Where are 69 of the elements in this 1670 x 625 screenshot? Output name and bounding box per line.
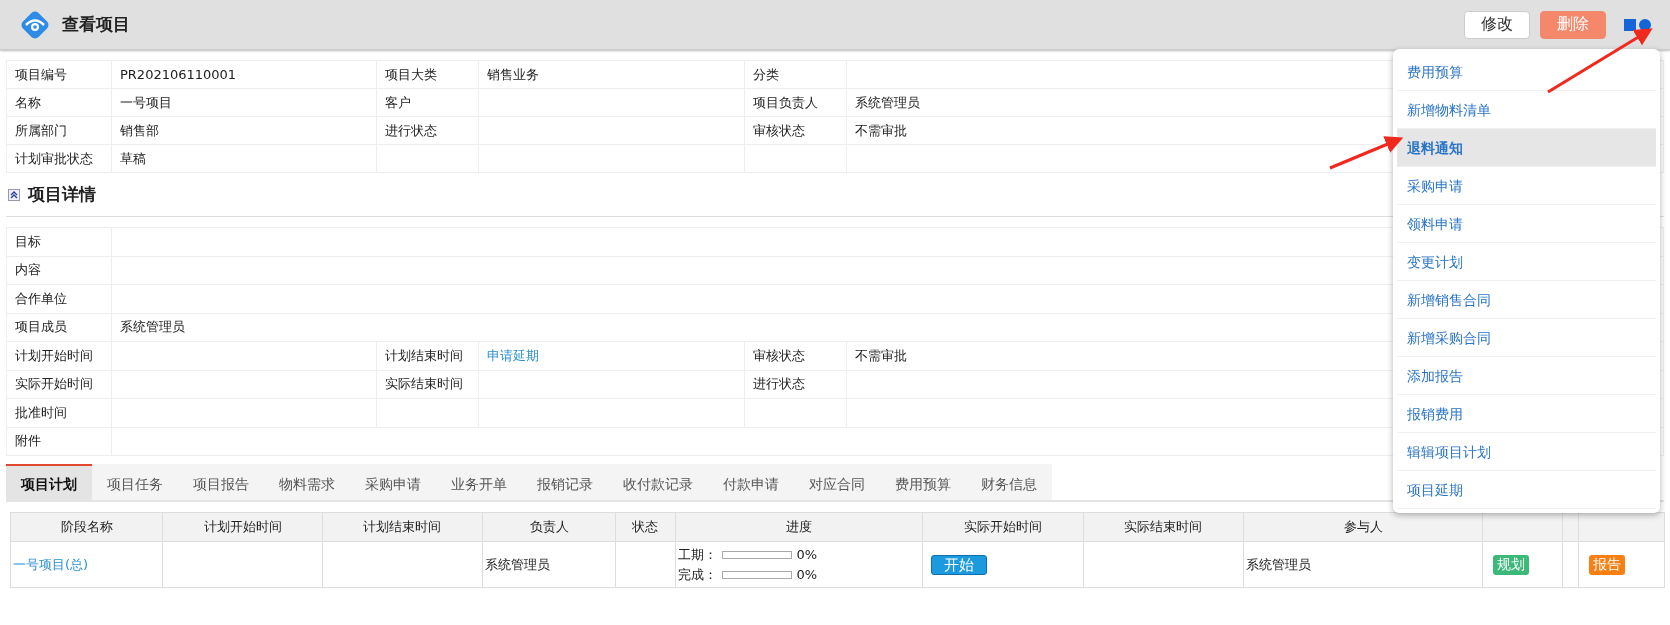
section-title: 项目详情	[28, 183, 96, 206]
tab[interactable]: 对应合同	[794, 464, 880, 500]
field-value: PR202106110001	[120, 67, 237, 82]
column-header: 参与人	[1343, 519, 1383, 534]
arrow-icon	[1329, 136, 1404, 170]
field-value: 不需审批	[855, 347, 907, 363]
tab[interactable]: 付款申请	[708, 464, 794, 500]
column-header: 进度	[785, 519, 812, 534]
field-label: 审核状态	[753, 347, 805, 363]
column-header: 状态	[632, 519, 659, 534]
field-label: 审核状态	[753, 122, 805, 138]
field-label: 合作单位	[15, 290, 67, 306]
tab[interactable]: 项目计划	[6, 464, 92, 500]
tab[interactable]: 费用预算	[880, 464, 966, 500]
field-value: 一号项目	[120, 94, 172, 110]
field-label: 项目编号	[15, 66, 67, 82]
field-label: 项目负责人	[753, 94, 818, 110]
column-header: 实际开始时间	[963, 519, 1042, 534]
field-label: 计划开始时间	[15, 347, 93, 363]
field-label: 内容	[15, 262, 41, 278]
apps-icon[interactable]	[1624, 16, 1652, 33]
report-badge[interactable]: 报告	[1588, 554, 1625, 575]
field-label: 分类	[753, 66, 779, 82]
field-value: 系统管理员	[120, 319, 185, 335]
field-value: 系统管理员	[855, 94, 920, 110]
column-header: 实际结束时间	[1124, 519, 1203, 534]
field-value: 不需审批	[855, 122, 907, 138]
progress-label: 完成：	[677, 565, 717, 584]
extend-link[interactable]: 申请延期	[487, 347, 539, 363]
collapse-icon[interactable]	[8, 188, 20, 201]
field-label: 实际结束时间	[385, 376, 463, 392]
column-header: 阶段名称	[60, 519, 113, 534]
table-cell: 系统管理员	[485, 556, 551, 572]
field-label: 计划结束时间	[385, 347, 463, 363]
field-value: 草稿	[120, 150, 146, 166]
progress-reading: 0%	[796, 567, 818, 582]
field-value: 销售业务	[487, 66, 539, 82]
edit-button[interactable]: 修改	[1464, 10, 1530, 39]
stage-link[interactable]: 一号项目(总)	[13, 556, 89, 572]
field-label: 实际开始时间	[15, 376, 93, 392]
tab[interactable]: 报销记录	[522, 464, 608, 500]
column-header: 计划结束时间	[363, 519, 442, 534]
column-header: 计划开始时间	[203, 519, 282, 534]
field-label: 所属部门	[15, 122, 67, 138]
field-label: 项目大类	[385, 66, 437, 82]
tab[interactable]: 收付款记录	[608, 464, 708, 500]
start-button[interactable]: 开始	[931, 554, 988, 575]
field-label: 进行状态	[385, 122, 437, 138]
progress-reading: 0%	[796, 547, 818, 562]
field-label: 项目成员	[15, 319, 67, 335]
tab[interactable]: 项目报告	[178, 464, 264, 500]
tab[interactable]: 业务开单	[436, 464, 522, 500]
field-label: 附件	[15, 433, 41, 449]
field-label: 计划审批状态	[15, 150, 93, 166]
field-label: 目标	[15, 233, 41, 249]
field-label: 进行状态	[753, 376, 805, 392]
tab[interactable]: 财务信息	[966, 464, 1052, 500]
field-value: 销售部	[120, 122, 159, 138]
page-title: 查看项目	[62, 13, 131, 36]
tab[interactable]: 采购申请	[350, 464, 436, 500]
field-label: 批准时间	[15, 404, 67, 420]
table-cell: 系统管理员	[1245, 556, 1311, 572]
progress-label: 工期：	[677, 545, 717, 564]
menu-item[interactable]: 退料通知	[1397, 129, 1656, 167]
field-label: 名称	[15, 94, 41, 110]
tab[interactable]: 物料需求	[264, 464, 350, 500]
column-header: 负责人	[529, 519, 569, 534]
tab[interactable]: 项目任务	[92, 464, 178, 500]
field-label: 客户	[385, 94, 411, 110]
